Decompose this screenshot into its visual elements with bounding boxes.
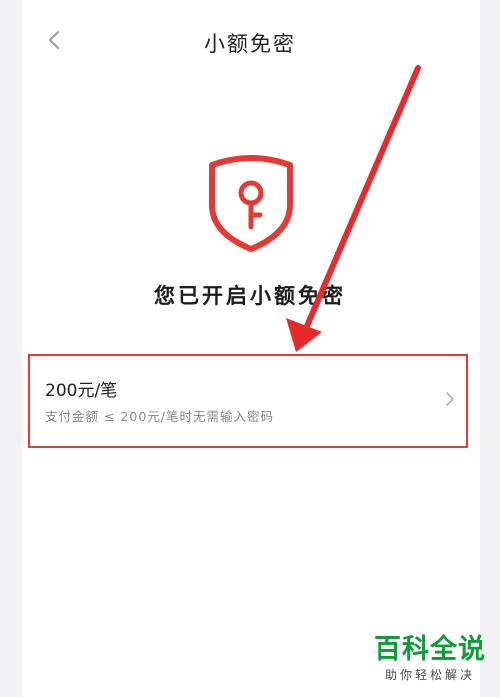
watermark-title: 百科全说 <box>374 634 486 665</box>
limit-amount: 200元/笔 <box>45 381 118 401</box>
chevron-right-icon <box>446 392 454 406</box>
page-title: 小额免密 <box>204 32 296 56</box>
watermark-subtitle: 助你轻松解决 <box>384 668 475 682</box>
app-screen <box>22 0 480 697</box>
shield-key-icon <box>209 155 293 252</box>
status-text: 您已开启小额免密 <box>154 284 346 308</box>
watermark: 百科全说 助你轻松解决 <box>374 634 486 684</box>
limit-description: 支付金额 ≤ 200元/笔时无需输入密码 <box>45 409 274 424</box>
limit-setting-row[interactable]: 200元/笔 支付金额 ≤ 200元/笔时无需输入密码 <box>28 354 468 448</box>
